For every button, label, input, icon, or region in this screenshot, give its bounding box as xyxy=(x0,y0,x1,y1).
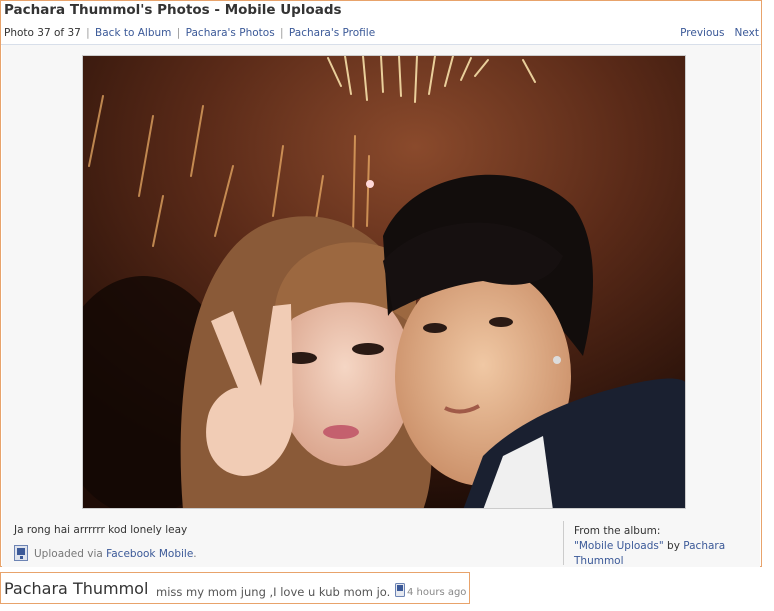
separator: | xyxy=(86,27,90,39)
nav-right: Previous Next xyxy=(680,27,759,39)
uploaded-suffix: . xyxy=(193,548,197,560)
separator: | xyxy=(176,27,181,39)
back-to-album-link[interactable]: Back to Album xyxy=(95,27,171,39)
status-message: miss my mom jung ,I love u kub mom jo. xyxy=(156,585,391,599)
status-user-name[interactable]: Pachara Thummol xyxy=(4,579,148,598)
next-photo-link[interactable]: Next xyxy=(735,27,759,39)
mobile-upload-icon xyxy=(14,545,28,561)
album-credit: "Mobile Uploads" by Pachara Thummol xyxy=(574,539,754,569)
photo-image xyxy=(83,56,685,508)
album-info: From the album: "Mobile Uploads" by Pach… xyxy=(574,524,754,569)
album-by: by xyxy=(663,540,684,552)
upload-source: Uploaded via Facebook Mobile. xyxy=(14,545,197,561)
status-timestamp: 4 hours ago xyxy=(407,587,467,598)
album-link[interactable]: "Mobile Uploads" xyxy=(574,540,664,552)
uploaded-prefix: Uploaded via xyxy=(34,548,107,560)
status-update: Pachara Thummol miss my mom jung ,I love… xyxy=(0,572,470,604)
user-profile-link[interactable]: Pachara's Profile xyxy=(289,27,375,39)
user-photos-link[interactable]: Pachara's Photos xyxy=(186,27,275,39)
photo-navbar: Photo 37 of 37 | Back to Album | Pachara… xyxy=(1,22,761,45)
previous-photo-link[interactable]: Previous xyxy=(680,27,724,39)
facebook-mobile-link[interactable]: Facebook Mobile xyxy=(106,548,193,560)
main-photo[interactable] xyxy=(82,55,686,509)
status-time: 4 hours ago xyxy=(395,583,466,598)
from-album-label: From the album: xyxy=(574,525,661,537)
mobile-phone-icon xyxy=(395,583,405,597)
page-title: Pachara Thummol's Photos - Mobile Upload… xyxy=(4,2,342,18)
photo-details: Ja rong hai arrrrrr kod lonely leay Uplo… xyxy=(2,515,760,567)
photo-viewer-frame: Pachara Thummol's Photos - Mobile Upload… xyxy=(0,0,762,567)
separator: | xyxy=(280,27,284,39)
details-divider xyxy=(563,521,564,565)
photo-caption: Ja rong hai arrrrrr kod lonely leay xyxy=(14,524,188,536)
nav-left: Photo 37 of 37 | Back to Album | Pachara… xyxy=(4,27,375,39)
photo-count: Photo 37 of 37 xyxy=(4,27,81,39)
